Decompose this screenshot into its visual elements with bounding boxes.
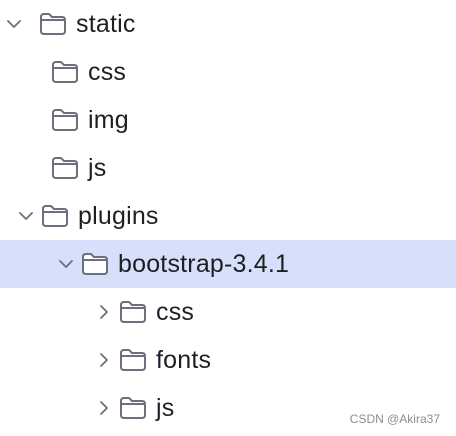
folder-icon	[80, 249, 110, 279]
tree-item-label: css	[156, 297, 195, 326]
tree-item-css[interactable]: css	[0, 48, 456, 96]
tree-item-label: img	[88, 105, 129, 134]
chevron-right-icon[interactable]	[90, 298, 118, 326]
chevron-right-icon[interactable]	[90, 346, 118, 374]
tree-item-label: js	[88, 153, 107, 182]
chevron-right-icon[interactable]	[90, 394, 118, 422]
tree-item-img[interactable]: img	[0, 96, 456, 144]
chevron-down-icon[interactable]	[0, 10, 28, 38]
folder-icon	[50, 153, 80, 183]
folder-icon	[40, 201, 70, 231]
tree-item-bootstrap[interactable]: bootstrap-3.4.1	[0, 240, 456, 288]
chevron-down-icon[interactable]	[52, 250, 80, 278]
tree-item-bootstrap-fonts[interactable]: fonts	[0, 336, 456, 384]
folder-icon	[118, 393, 148, 423]
folder-icon	[50, 57, 80, 87]
project-tree: static css img js plugins bootstrap-3.4.…	[0, 0, 456, 436]
tree-item-label: static	[76, 9, 136, 38]
watermark: CSDN @Akira37	[349, 412, 440, 426]
folder-icon	[50, 105, 80, 135]
folder-icon	[118, 297, 148, 327]
folder-icon	[118, 345, 148, 375]
tree-item-label: css	[88, 57, 127, 86]
tree-item-static[interactable]: static	[0, 0, 456, 48]
tree-item-js[interactable]: js	[0, 144, 456, 192]
tree-item-plugins[interactable]: plugins	[0, 192, 456, 240]
tree-item-label: bootstrap-3.4.1	[118, 249, 290, 278]
chevron-down-icon[interactable]	[12, 202, 40, 230]
tree-item-label: js	[156, 393, 175, 422]
tree-item-label: plugins	[78, 201, 159, 230]
tree-item-bootstrap-css[interactable]: css	[0, 288, 456, 336]
tree-item-label: fonts	[156, 345, 212, 374]
folder-icon	[38, 9, 68, 39]
